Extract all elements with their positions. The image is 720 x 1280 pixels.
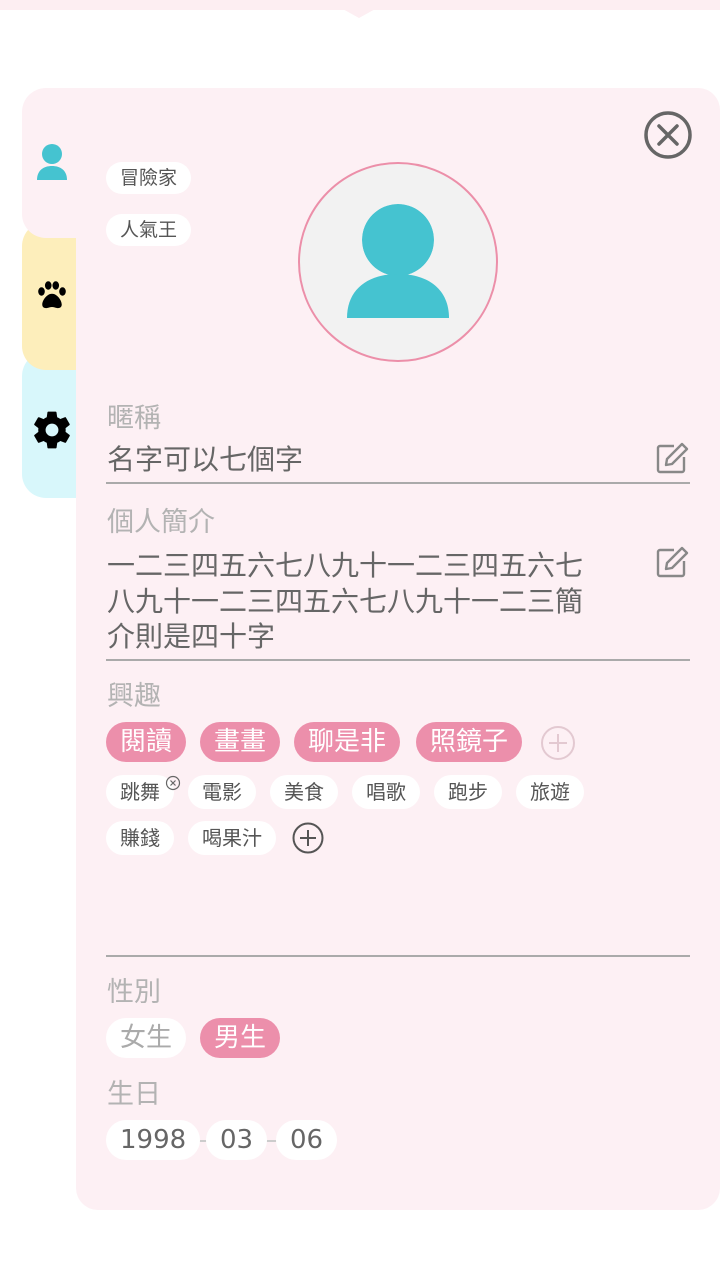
close-icon — [644, 111, 692, 159]
tab-profile[interactable] — [22, 88, 102, 238]
avatar[interactable] — [298, 162, 498, 362]
selected-interest-chip[interactable]: 聊是非 — [294, 722, 401, 762]
edit-bio-icon[interactable] — [654, 545, 690, 581]
interest-chip[interactable]: 跳舞 — [106, 775, 174, 809]
title-badge[interactable]: 冒險家 — [106, 162, 192, 194]
title-badge[interactable]: 人氣王 — [106, 214, 192, 246]
nickname-divider — [106, 482, 690, 484]
gender-label: 性別 — [107, 977, 161, 1008]
nickname-value: 名字可以七個字 — [107, 443, 304, 476]
interest-chip[interactable]: 電影 — [188, 775, 256, 809]
bio-line: 八九十一二三四五六七八九十一二三簡 — [107, 585, 584, 618]
birthday-label: 生日 — [107, 1079, 161, 1110]
birthday-month[interactable]: 03 — [206, 1120, 268, 1160]
close-button[interactable] — [643, 110, 693, 160]
gender-female-option[interactable]: 女生 — [106, 1018, 187, 1058]
birthday-year[interactable]: 1998 — [106, 1120, 201, 1160]
top-bar-notch — [341, 8, 377, 18]
add-selected-interest-icon[interactable] — [540, 725, 575, 760]
selected-interest-chip[interactable]: 照鏡子 — [416, 722, 523, 762]
gender-male-option[interactable]: 男生 — [200, 1018, 281, 1058]
birthday-day[interactable]: 06 — [276, 1120, 338, 1160]
interest-chip[interactable]: 旅遊 — [516, 775, 584, 809]
avatar-placeholder-icon — [347, 200, 449, 318]
interest-chip[interactable]: 唱歌 — [352, 775, 420, 809]
nickname-label: 暱稱 — [107, 403, 161, 434]
add-interest-icon[interactable] — [291, 821, 325, 855]
edit-nickname-icon[interactable] — [654, 441, 690, 477]
interests-divider — [106, 955, 690, 957]
gear-icon — [30, 408, 74, 452]
selected-interest-chip[interactable]: 畫畫 — [200, 722, 281, 762]
interest-chip[interactable]: 跑步 — [434, 775, 502, 809]
bio-line: 介則是四十字 — [107, 620, 276, 653]
interest-chip[interactable]: 賺錢 — [106, 821, 174, 855]
bio-divider — [106, 659, 690, 661]
paw-icon — [30, 274, 74, 318]
selected-interest-chip[interactable]: 閱讀 — [106, 722, 187, 762]
interests-label: 興趣 — [107, 681, 161, 712]
interest-chip[interactable]: 喝果汁 — [188, 821, 276, 855]
bio-line: 一二三四五六七八九十一二三四五六七 — [107, 549, 584, 582]
interest-chip[interactable]: 美食 — [270, 775, 338, 809]
remove-interest-icon[interactable] — [165, 775, 181, 791]
bio-label: 個人簡介 — [107, 507, 215, 538]
person-icon — [30, 140, 74, 184]
